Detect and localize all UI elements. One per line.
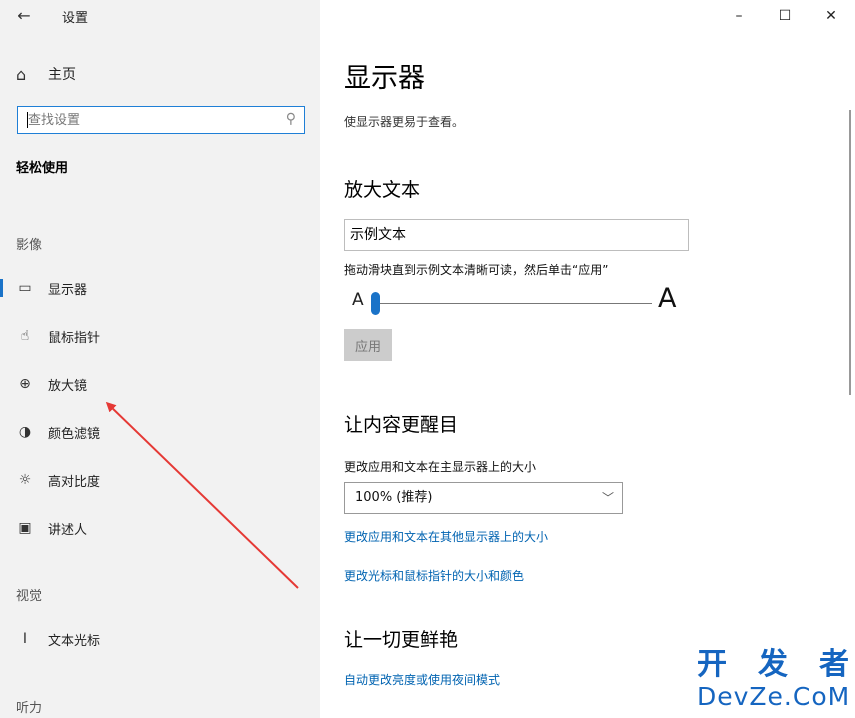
apply-button[interactable]: 应用 — [344, 329, 392, 361]
slider-max-label: A — [658, 283, 677, 314]
scale-dropdown-value: 100% (推荐) — [355, 490, 433, 505]
sidebar-item-home[interactable]: ⌂ 主页 — [16, 62, 76, 86]
pointer-hand-icon: ☝ — [20, 328, 30, 344]
slider-min-label: A — [352, 290, 364, 310]
monitor-icon: ▭ — [18, 280, 32, 296]
link-cursor-pointer-size[interactable]: 更改光标和鼠标指针的大小和颜色 — [344, 567, 524, 584]
minimize-button[interactable]: – — [716, 2, 762, 30]
home-label: 主页 — [48, 67, 76, 83]
text-size-slider-track[interactable] — [378, 303, 652, 304]
sidebar-item-text-cursor[interactable]: I 文本光标 — [0, 623, 320, 655]
sidebar-item-display[interactable]: ▭ 显示器 — [0, 272, 320, 304]
link-brightness-night-light[interactable]: 自动更改亮度或使用夜间模式 — [344, 671, 500, 688]
search-icon[interactable]: ⚲ — [286, 111, 296, 127]
text-cursor-icon: I — [22, 631, 28, 647]
app-title: 设置 — [62, 11, 89, 26]
slider-hint: 拖动滑块直到示例文本清晰可读，然后单击“应用” — [344, 263, 609, 277]
sidebar-item-narrator[interactable]: ▣ 讲述人 — [0, 512, 320, 544]
close-button[interactable]: ✕ — [808, 2, 854, 30]
section-header-hearing: 听力 — [16, 701, 43, 716]
sidebar-item-label: 文本光标 — [48, 633, 101, 649]
link-other-display-size[interactable]: 更改应用和文本在其他显示器上的大小 — [344, 528, 548, 545]
section-title-brighter: 让一切更鲜艳 — [344, 629, 459, 651]
scale-label: 更改应用和文本在主显示器上的大小 — [344, 460, 537, 474]
chevron-down-icon: ﹀ — [601, 491, 614, 505]
sidebar-item-label: 高对比度 — [48, 474, 101, 490]
home-icon: ⌂ — [16, 64, 27, 84]
section-title-make-bigger: 让内容更醒目 — [344, 414, 459, 436]
sidebar-item-label: 讲述人 — [48, 522, 88, 538]
page-description: 使显示器更易于查看。 — [344, 115, 465, 129]
sample-text-box: 示例文本 — [344, 219, 689, 251]
section-title-enlarge-text: 放大文本 — [344, 179, 421, 201]
search-input[interactable] — [18, 107, 268, 133]
palette-icon: ◑ — [18, 424, 32, 440]
sidebar-item-high-contrast[interactable]: ☼ 高对比度 — [0, 464, 320, 496]
sun-icon: ☼ — [18, 472, 32, 488]
scrollbar[interactable] — [849, 110, 851, 395]
zoom-in-icon: ⊕ — [19, 376, 31, 392]
scale-dropdown[interactable]: 100% (推荐) ﹀ — [344, 482, 623, 514]
section-header-imaging: 影像 — [16, 238, 43, 253]
sidebar-item-label: 鼠标指针 — [48, 330, 101, 346]
text-caret — [27, 112, 28, 128]
sidebar-item-label: 显示器 — [48, 282, 88, 298]
maximize-button[interactable]: ☐ — [762, 2, 808, 30]
sidebar-item-label: 颜色滤镜 — [48, 426, 101, 442]
sidebar-item-mouse-pointer[interactable]: ☝ 鼠标指针 — [0, 320, 320, 352]
text-size-slider-thumb[interactable] — [371, 292, 380, 315]
category-title: 轻松使用 — [16, 161, 69, 176]
back-arrow-icon[interactable]: ← — [12, 4, 36, 28]
section-header-vision: 视觉 — [16, 589, 43, 604]
sidebar-item-magnifier[interactable]: ⊕ 放大镜 — [0, 368, 320, 400]
narrator-icon: ▣ — [18, 520, 32, 536]
sidebar-item-color-filters[interactable]: ◑ 颜色滤镜 — [0, 416, 320, 448]
sidebar-item-label: 放大镜 — [48, 378, 88, 394]
search-box[interactable]: ⚲ — [17, 106, 305, 134]
page-title: 显示器 — [344, 63, 425, 94]
main-content: – ☐ ✕ 显示器 使显示器更易于查看。 放大文本 示例文本 拖动滑块直到示例文… — [320, 0, 855, 718]
sidebar: ← 设置 ⌂ 主页 ⚲ 轻松使用 影像 ▭ 显示器 ☝ 鼠标指针 ⊕ 放大镜 ◑… — [0, 0, 320, 718]
